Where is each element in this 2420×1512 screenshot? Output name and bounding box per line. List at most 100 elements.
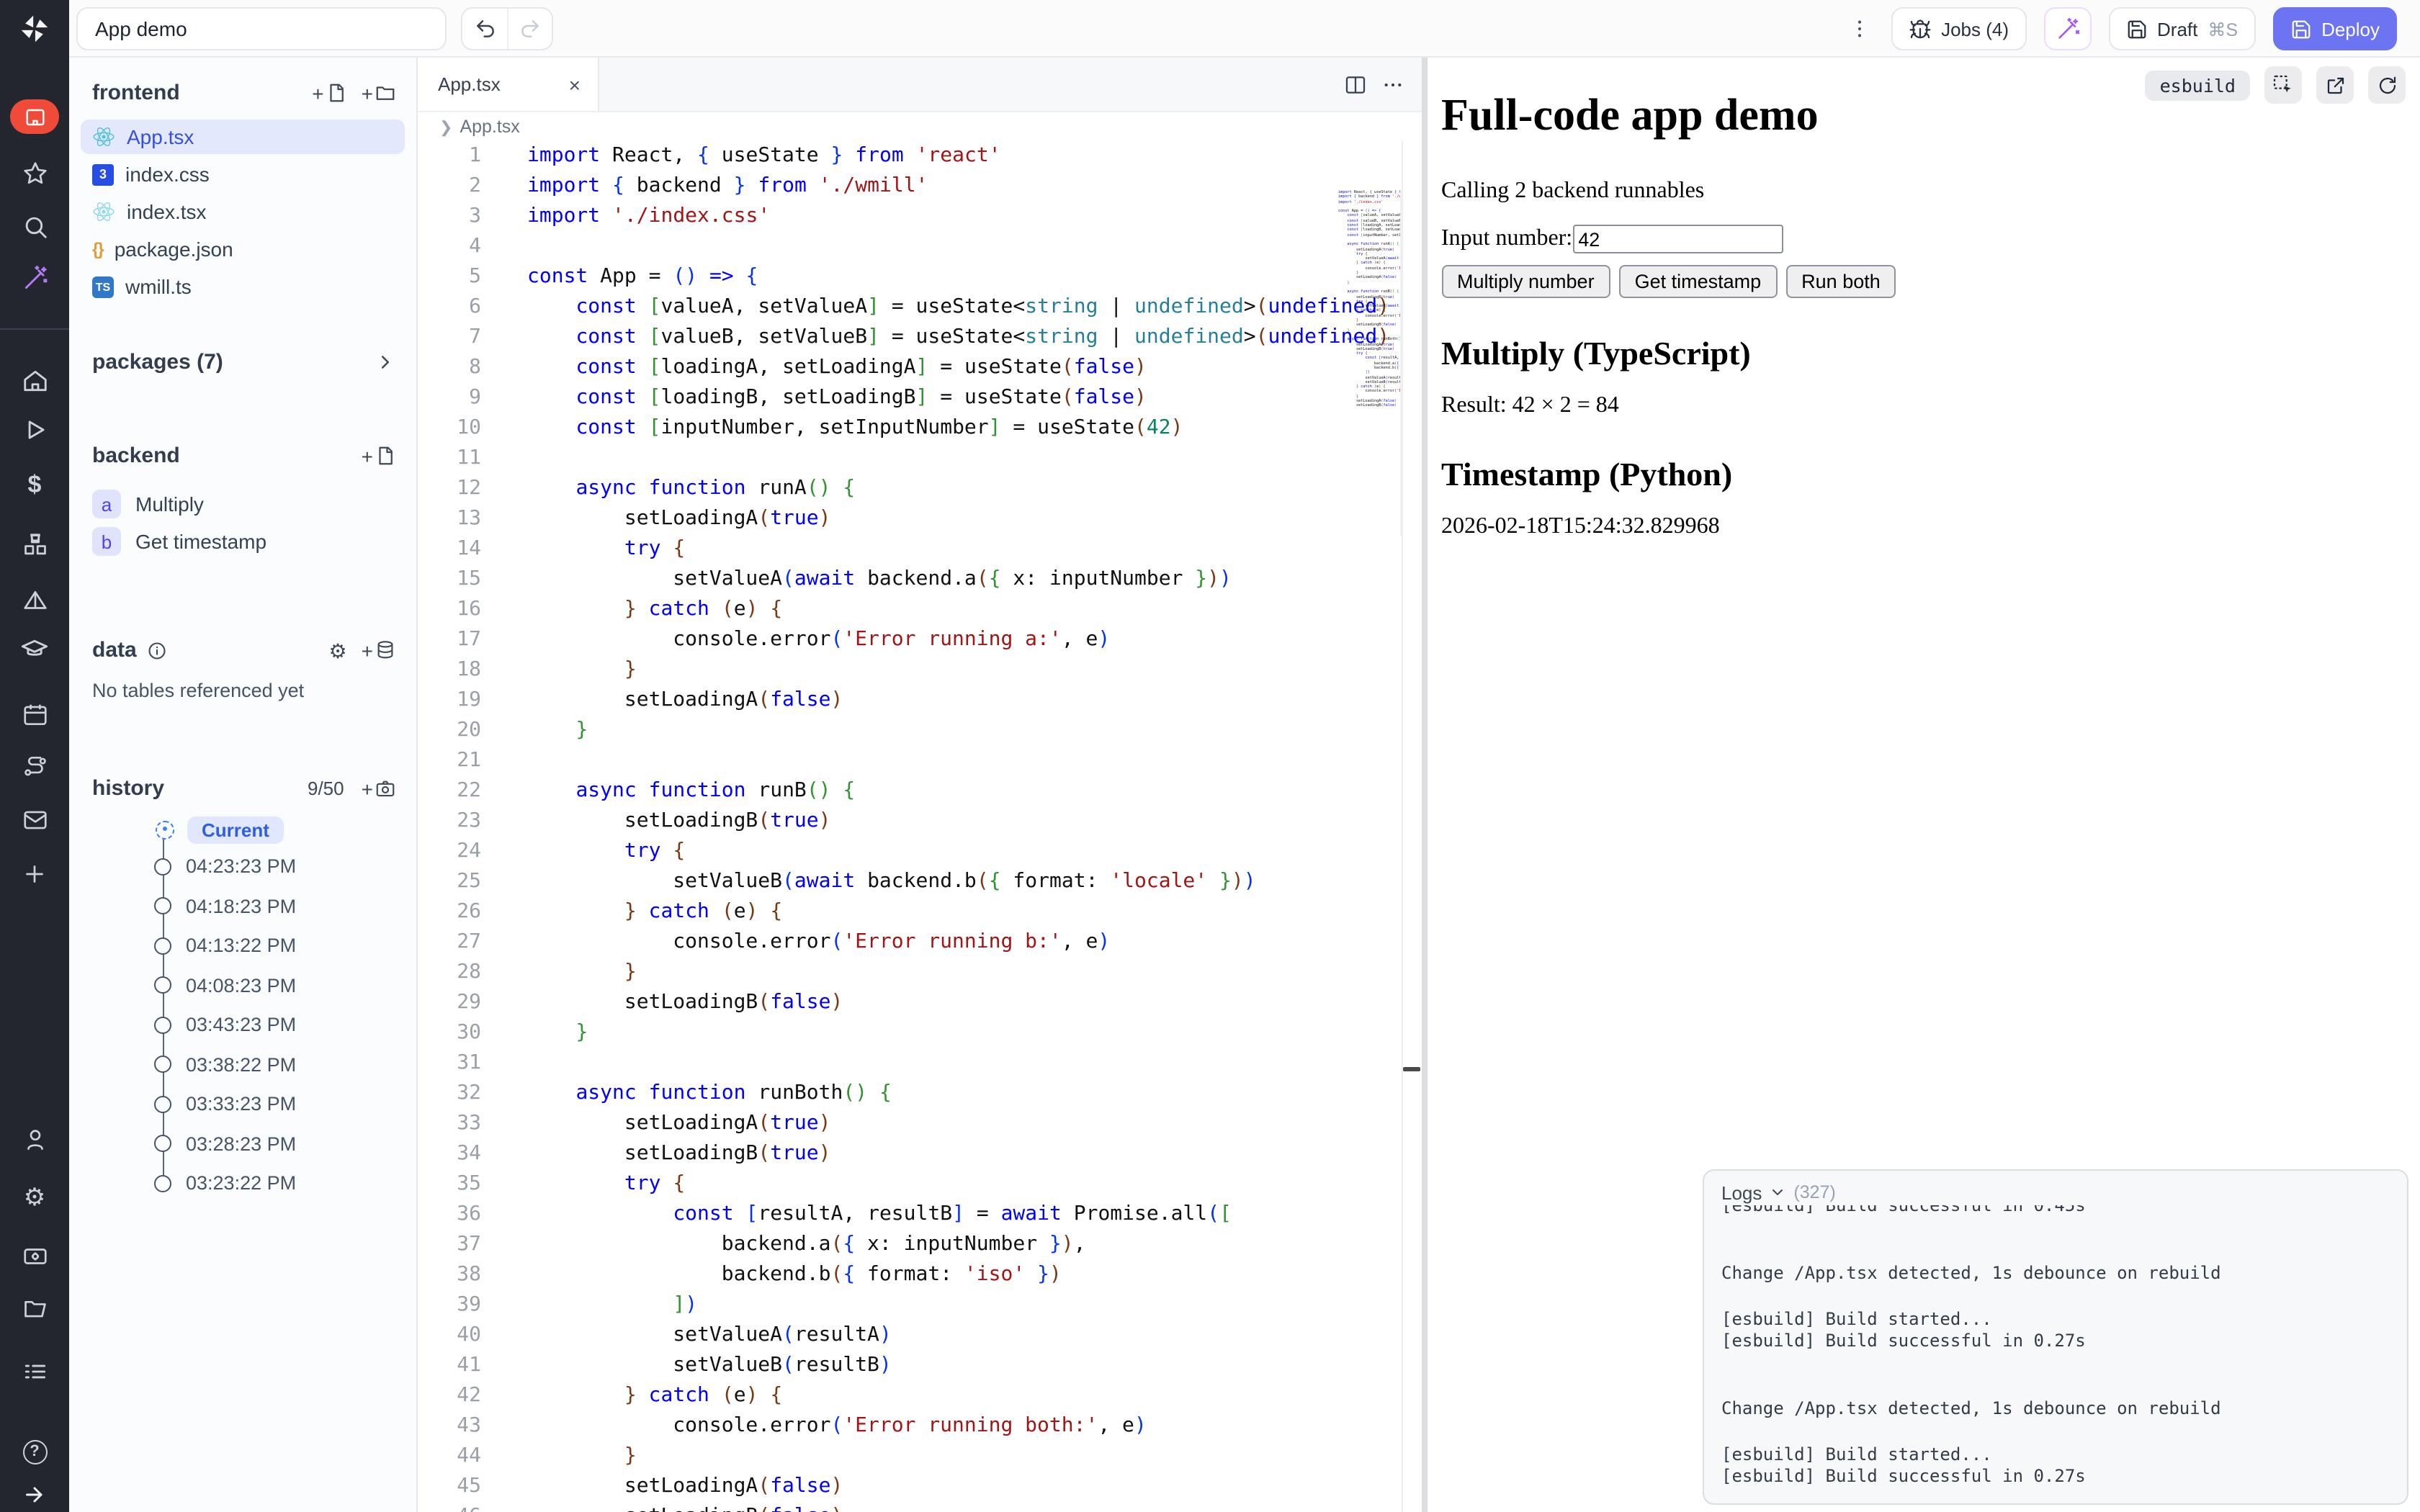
history-entry[interactable]: 04:08:23 PM (69, 966, 416, 1005)
sidebar-item-ai[interactable] (0, 258, 69, 298)
sidebar-item-logs[interactable] (0, 1351, 69, 1391)
ai-assistant-button[interactable] (2043, 7, 2091, 50)
logs-body[interactable]: [esbuild] Build successful in 0.45s Chan… (1721, 1205, 2396, 1498)
redo-button[interactable] (507, 8, 552, 48)
split-editor-button[interactable] (1344, 73, 1367, 96)
sidebar-item-resources[interactable] (0, 524, 69, 564)
sidebar-item-mail[interactable] (0, 799, 69, 840)
history-timeline: Current 04:23:23 PM 04:18:23 PM 04:13:22 P… (69, 812, 416, 1203)
file-row-package-json[interactable]: { } package.json (81, 232, 405, 266)
breadcrumb[interactable]: ❯ App.tsx (418, 112, 1422, 141)
file-icon (326, 82, 347, 104)
file-name: index.css (125, 163, 210, 186)
boxes-icon (21, 531, 48, 558)
sidebar-item-help[interactable]: ? (0, 1431, 69, 1472)
add-file-button[interactable]: + (312, 82, 346, 104)
open-external-button[interactable] (2316, 66, 2354, 104)
draft-label: Draft (2157, 18, 2197, 40)
undo-button[interactable] (462, 8, 507, 48)
more-menu-button[interactable] (1845, 17, 1873, 40)
log-line: [esbuild] Build started... (1721, 1308, 2396, 1331)
sidebar-item-favorites[interactable] (0, 153, 69, 193)
person-icon (21, 1125, 48, 1153)
sidebar-item-home[interactable] (0, 360, 69, 400)
history-entry[interactable]: 04:13:22 PM (69, 926, 416, 966)
inspect-element-button[interactable] (2264, 66, 2302, 104)
draft-button[interactable]: Draft ⌘S (2108, 7, 2255, 50)
history-entry[interactable]: 04:18:23 PM (69, 886, 416, 926)
history-entry[interactable]: 04:23:23 PM (69, 847, 416, 886)
save-icon (2125, 18, 2147, 40)
help-icon: ? (22, 1439, 47, 1464)
history-entry[interactable]: 03:43:23 PM (69, 1005, 416, 1045)
sidebar-item-account[interactable] (0, 1119, 69, 1159)
add-table-button[interactable]: + (362, 639, 396, 661)
sidebar-item-variables[interactable]: $ (0, 465, 69, 505)
sidebar-item-workspace-settings[interactable] (0, 1236, 69, 1276)
history-count: 9/50 (308, 778, 344, 799)
refresh-preview-button[interactable] (2368, 66, 2406, 104)
sidebar-expand-button[interactable] (0, 1475, 69, 1512)
file-row-wmill-ts[interactable]: TS wmill.ts (81, 269, 405, 304)
runnable-badge: b (92, 527, 121, 556)
history-entry[interactable]: 03:33:23 PM (69, 1084, 416, 1124)
log-line: [esbuild] Build started... (1721, 1444, 2396, 1466)
take-snapshot-button[interactable]: + (362, 778, 396, 799)
runnable-row-get-timestamp[interactable]: b Get timestamp (69, 523, 416, 560)
file-row-app-tsx[interactable]: App.tsx (81, 120, 405, 154)
sidebar-item-add[interactable] (0, 854, 69, 894)
editor-more-button[interactable] (1381, 73, 1404, 96)
sidebar-item-apps[interactable] (0, 96, 69, 137)
history-list: 04:23:23 PM 04:18:23 PM 04:13:22 PM04:08:2… (69, 847, 416, 1203)
sidebar-item-schedules[interactable] (0, 580, 69, 621)
history-entry[interactable]: 03:28:23 PM (69, 1124, 416, 1164)
sidebar-item-folders[interactable] (0, 1287, 69, 1328)
logs-header[interactable]: Logs (327) (1704, 1171, 2407, 1205)
sidebar-item-runs[interactable] (0, 409, 69, 449)
close-tab-icon[interactable]: × (569, 73, 581, 96)
history-timestamp: 04:18:23 PM (186, 896, 296, 917)
sidebar-item-settings[interactable]: ⚙ (0, 1176, 69, 1217)
react-icon (92, 200, 115, 223)
history-section-title: history (92, 776, 164, 801)
history-entry[interactable]: 03:38:22 PM (69, 1045, 416, 1084)
file-row-index-tsx[interactable]: index.tsx (81, 194, 405, 229)
code-area[interactable]: 1import React, { useState } from 'react'… (418, 141, 1422, 1512)
app-title-input[interactable]: App demo (76, 6, 447, 50)
sidebar-item-learn[interactable] (0, 629, 69, 670)
runnable-name: Get timestamp (135, 530, 266, 553)
calendar-icon (21, 701, 48, 728)
deploy-button[interactable]: Deploy (2272, 7, 2397, 50)
chevron-right-icon: ❯ (439, 117, 452, 136)
sidebar-item-search[interactable] (0, 206, 69, 246)
run-both-button[interactable]: Run both (1785, 265, 1896, 298)
add-folder-button[interactable]: + (362, 82, 396, 104)
magic-wand-icon (2055, 17, 2079, 41)
tab-app-tsx[interactable]: App.tsx × (418, 58, 599, 111)
runnable-row-multiply[interactable]: a Multiply (69, 485, 416, 523)
history-current-item[interactable]: Current (69, 812, 416, 847)
dots-vertical-icon (1847, 17, 1870, 40)
history-entry[interactable]: 03:23:22 PM (69, 1164, 416, 1203)
sidebar-item-routes[interactable] (0, 746, 69, 786)
minimap[interactable]: import React, { useState } from 'react'i… (1307, 190, 1402, 536)
data-settings-button[interactable]: ⚙ (329, 640, 347, 660)
sidebar-item-calendar[interactable] (0, 694, 69, 734)
bug-icon (1908, 17, 1931, 40)
logs-title: Logs (1721, 1182, 1762, 1203)
undo-icon (473, 17, 496, 40)
get-timestamp-button[interactable]: Get timestamp (1619, 265, 1778, 298)
pane-resize-handle[interactable] (1403, 1067, 1420, 1071)
jobs-button[interactable]: Jobs (4) (1891, 7, 2026, 50)
arrow-right-icon (22, 1482, 48, 1508)
version-dot-icon (154, 977, 171, 994)
windmill-logo[interactable] (0, 0, 69, 58)
input-number-field[interactable] (1572, 225, 1783, 253)
pane-divider[interactable] (1422, 58, 1427, 1512)
packages-expand-button[interactable] (375, 351, 396, 373)
add-runnable-button[interactable]: + (362, 445, 396, 467)
file-row-index-css[interactable]: 3 index.css (81, 157, 405, 192)
home-icon (21, 366, 48, 394)
log-line: Change /App.tsx detected, 1s debounce on… (1721, 1263, 2396, 1285)
multiply-number-button[interactable]: Multiply number (1441, 265, 1610, 298)
